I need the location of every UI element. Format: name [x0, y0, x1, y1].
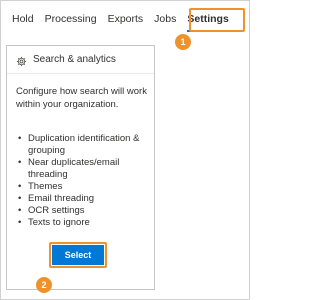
- feature-list: Duplication identification & grouping Ne…: [16, 133, 156, 229]
- select-button[interactable]: Select: [52, 245, 104, 265]
- gear-icon: [16, 54, 27, 67]
- feature-item: OCR settings: [16, 205, 156, 217]
- card-header: Search & analytics: [7, 46, 154, 74]
- feature-item: Email threading: [16, 193, 156, 205]
- callout-badge-1: 1: [175, 34, 191, 50]
- card-title: Search & analytics: [33, 54, 116, 65]
- tab-jobs[interactable]: Jobs: [154, 12, 176, 32]
- card-description: Configure how search will work within yo…: [16, 86, 147, 110]
- callout-badge-2: 2: [36, 277, 52, 293]
- feature-item: Near duplicates/email threading: [16, 157, 156, 181]
- feature-item: Texts to ignore: [16, 217, 156, 229]
- tab-processing[interactable]: Processing: [45, 12, 97, 32]
- settings-tab-highlight: [189, 8, 245, 32]
- tab-exports[interactable]: Exports: [108, 12, 144, 32]
- feature-item: Themes: [16, 181, 156, 193]
- feature-item: Duplication identification & grouping: [16, 133, 156, 157]
- tab-hold[interactable]: Hold: [12, 12, 34, 32]
